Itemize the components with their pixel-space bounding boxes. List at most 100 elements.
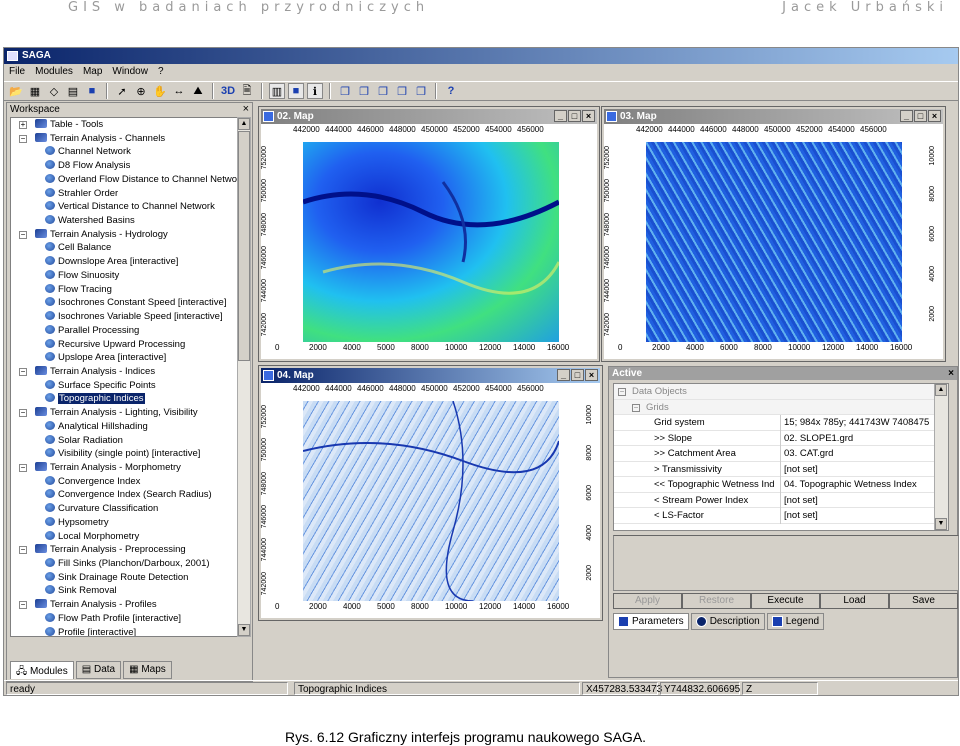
- tree-module[interactable]: Local Morphometry: [11, 530, 237, 544]
- parameter-row[interactable]: < Stream Power Index [not set]: [614, 492, 950, 508]
- collapse-icon[interactable]: −: [19, 230, 27, 239]
- tree-module[interactable]: Parallel Processing: [11, 324, 237, 338]
- profile-icon[interactable]: ⛰: [190, 83, 206, 99]
- parameter-value[interactable]: [not set]: [780, 492, 950, 508]
- map-04-wetness-raster[interactable]: [302, 400, 560, 602]
- open-icon[interactable]: 📂: [8, 83, 24, 99]
- parameter-value[interactable]: 03. CAT.grd: [780, 446, 950, 462]
- distance-icon[interactable]: ↔: [171, 83, 187, 99]
- close-all-icon[interactable]: ❐: [413, 83, 429, 99]
- tree-module[interactable]: Analytical Hillshading: [11, 420, 237, 434]
- tree-module[interactable]: Solar Radiation: [11, 434, 237, 448]
- parameter-row[interactable]: << Topographic Wetness Ind 04. Topographi…: [614, 477, 948, 493]
- parameter-value[interactable]: 15; 984x 785y; 441743W 7408475: [780, 415, 950, 431]
- tree-module[interactable]: Fill Sinks (Planchon/Darboux, 2001): [11, 557, 237, 571]
- tree-module[interactable]: Sink Drainage Route Detection: [11, 571, 237, 585]
- tab-maps[interactable]: ▦ Maps: [123, 661, 172, 679]
- tree-group[interactable]: − Terrain Analysis - Channels: [11, 132, 237, 146]
- parameter-value[interactable]: [not set]: [780, 461, 950, 477]
- save-button[interactable]: Save: [889, 593, 958, 609]
- tree-module[interactable]: Channel Network: [11, 145, 237, 159]
- tree-module[interactable]: Cell Balance: [11, 241, 237, 255]
- scroll-up-icon[interactable]: ▲: [238, 118, 250, 130]
- menu-help[interactable]: ?: [153, 64, 169, 80]
- maximize-icon[interactable]: □: [914, 110, 927, 122]
- map-03-titlebar[interactable]: 03. Map _ □ ×: [604, 109, 943, 124]
- load-button[interactable]: Load: [820, 593, 889, 609]
- open-grid-icon[interactable]: ▦: [27, 83, 43, 99]
- tree-module[interactable]: Curvature Classification: [11, 502, 237, 516]
- tree-group[interactable]: + Table - Tools: [11, 118, 237, 132]
- layout-icon[interactable]: 🗎: [239, 83, 255, 99]
- tab-legend[interactable]: Legend: [766, 613, 825, 630]
- zoom-icon[interactable]: ⊕: [133, 83, 149, 99]
- menu-window[interactable]: Window: [107, 64, 153, 80]
- cascade-icon[interactable]: ❐: [337, 83, 353, 99]
- tile-h-icon[interactable]: ❐: [356, 83, 372, 99]
- tree-module[interactable]: Sink Removal: [11, 584, 237, 598]
- minimize-icon[interactable]: _: [557, 369, 570, 381]
- tree-module[interactable]: Isochrones Constant Speed [interactive]: [11, 296, 237, 310]
- close-icon[interactable]: ×: [928, 110, 941, 122]
- expand-icon[interactable]: +: [19, 121, 27, 129]
- minimize-icon[interactable]: _: [554, 110, 567, 122]
- open-table-icon[interactable]: ▤: [65, 83, 81, 99]
- parameter-value[interactable]: [not set]: [780, 508, 950, 524]
- close-icon[interactable]: ×: [585, 369, 598, 381]
- arrange-icon[interactable]: ❐: [394, 83, 410, 99]
- tree-module[interactable]: Flow Tracing: [11, 283, 237, 297]
- scroll-down-icon[interactable]: ▼: [238, 624, 250, 636]
- tree-module[interactable]: Convergence Index (Search Radius): [11, 488, 237, 502]
- grid-scrollbar[interactable]: ▲ ▼: [934, 384, 948, 530]
- 3d-view-icon[interactable]: 3D: [220, 83, 236, 99]
- restore-button[interactable]: Restore: [682, 593, 751, 609]
- tree-module[interactable]: Recursive Upward Processing: [11, 338, 237, 352]
- map-03-catchment-raster[interactable]: [646, 142, 902, 342]
- section-grids[interactable]: − Grids: [614, 399, 948, 415]
- info-icon[interactable]: ℹ: [307, 83, 323, 99]
- tree-group[interactable]: − Terrain Analysis - Hydrology: [11, 228, 237, 242]
- collapse-icon[interactable]: −: [618, 388, 626, 396]
- tree-module[interactable]: Topographic Indices: [11, 392, 237, 406]
- tree-module[interactable]: D8 Flow Analysis: [11, 159, 237, 173]
- tile-v-icon[interactable]: ❐: [375, 83, 391, 99]
- tab-modules[interactable]: 🖧 Modules: [10, 661, 74, 679]
- tree-scrollbar[interactable]: ▲ ▼: [237, 117, 251, 637]
- tree-module[interactable]: Upslope Area [interactive]: [11, 351, 237, 365]
- tree-module[interactable]: Vertical Distance to Channel Network: [11, 200, 237, 214]
- apply-button[interactable]: Apply: [613, 593, 682, 609]
- collapse-icon[interactable]: −: [19, 463, 27, 472]
- section-data-objects[interactable]: − Data Objects: [614, 384, 948, 400]
- close-icon[interactable]: ×: [243, 103, 249, 116]
- collapse-icon[interactable]: −: [19, 601, 27, 610]
- tree-module[interactable]: Convergence Index: [11, 475, 237, 489]
- tree-module[interactable]: Downslope Area [interactive]: [11, 255, 237, 269]
- workspace-toggle-icon[interactable]: ▥: [269, 83, 285, 99]
- tree-module[interactable]: Flow Path Profile [interactive]: [11, 612, 237, 626]
- tab-data[interactable]: ▤ Data: [75, 661, 122, 679]
- map-02-slope-raster[interactable]: [302, 142, 561, 342]
- menu-modules[interactable]: Modules: [30, 64, 78, 80]
- tree-module[interactable]: Profile [interactive]: [11, 626, 237, 636]
- parameter-row[interactable]: < LS-Factor [not set]: [614, 508, 948, 524]
- help-icon[interactable]: ?: [443, 83, 459, 99]
- tree-module[interactable]: Isochrones Variable Speed [interactive]: [11, 310, 237, 324]
- tree-module[interactable]: Hypsometry: [11, 516, 237, 530]
- map-02-titlebar[interactable]: 02. Map _ □ ×: [261, 109, 597, 124]
- tab-description[interactable]: Description: [690, 613, 765, 630]
- tree-module[interactable]: Watershed Basins: [11, 214, 237, 228]
- maximize-icon[interactable]: □: [571, 369, 584, 381]
- tree-module[interactable]: Flow Sinuosity: [11, 269, 237, 283]
- tab-parameters[interactable]: Parameters: [613, 613, 689, 630]
- close-icon[interactable]: ×: [948, 367, 954, 380]
- map-window-03[interactable]: 03. Map _ □ × 442000 444000 446000 448000 4500…: [601, 106, 946, 362]
- stop-icon[interactable]: ■: [84, 83, 100, 99]
- parameter-value[interactable]: 02. SLOPE1.grd: [780, 430, 950, 446]
- close-icon[interactable]: ×: [582, 110, 595, 122]
- parameter-row[interactable]: Grid system 15; 984x 785y; 441743W 740847…: [614, 415, 948, 431]
- tree-module[interactable]: Visibility (single point) [interactive]: [11, 447, 237, 461]
- parameter-value[interactable]: 04. Topographic Wetness Index: [780, 477, 950, 493]
- tree-module[interactable]: Surface Specific Points: [11, 379, 237, 393]
- collapse-icon[interactable]: −: [19, 134, 27, 143]
- pan-icon[interactable]: ✋: [152, 83, 168, 99]
